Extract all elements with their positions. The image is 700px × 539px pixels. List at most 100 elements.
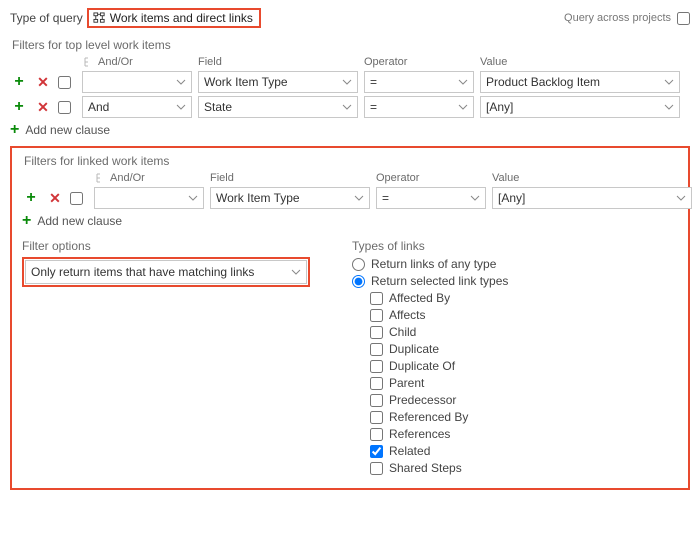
query-across-projects-label: Query across projects xyxy=(564,12,671,24)
link-type-checkbox[interactable] xyxy=(370,394,383,407)
link-type-label: Parent xyxy=(389,376,424,390)
link-type-item[interactable]: Shared Steps xyxy=(370,461,678,475)
add-clause-icon[interactable]: + xyxy=(22,190,40,206)
link-type-checkbox[interactable] xyxy=(370,343,383,356)
query-type-selector[interactable]: Work items and direct links xyxy=(87,8,261,28)
link-type-item[interactable]: Predecessor xyxy=(370,393,678,407)
andor-select[interactable]: And xyxy=(82,96,192,118)
remove-clause-icon[interactable]: ✕ xyxy=(34,74,52,91)
query-type-icon xyxy=(93,12,106,25)
chevron-down-icon xyxy=(470,193,480,203)
link-type-item[interactable]: Affected By xyxy=(370,291,678,305)
query-type-value: Work items and direct links xyxy=(110,11,253,25)
link-type-label: Affected By xyxy=(389,291,450,305)
clause-checkbox[interactable] xyxy=(70,192,83,205)
link-type-checkbox[interactable] xyxy=(370,445,383,458)
value-select[interactable]: [Any] xyxy=(492,187,692,209)
remove-clause-icon[interactable]: ✕ xyxy=(46,190,64,207)
plus-icon: + xyxy=(10,122,19,138)
link-type-item[interactable]: References xyxy=(370,427,678,441)
types-of-links-title: Types of links xyxy=(352,239,678,253)
link-type-label: Duplicate Of xyxy=(389,359,455,373)
chevron-down-icon xyxy=(176,77,186,87)
section-title-top: Filters for top level work items xyxy=(12,38,690,52)
link-type-label: Referenced By xyxy=(389,410,468,424)
link-type-checkbox[interactable] xyxy=(370,428,383,441)
chevron-down-icon xyxy=(354,193,364,203)
clause-checkbox[interactable] xyxy=(58,101,71,114)
clause-row: + ✕ And State = [Any] xyxy=(10,96,690,118)
radio-any-link-type[interactable]: Return links of any type xyxy=(352,257,678,271)
link-type-checkbox[interactable] xyxy=(370,292,383,305)
radio-selected-label: Return selected link types xyxy=(371,274,508,288)
chevron-down-icon xyxy=(458,77,468,87)
header-operator: Operator xyxy=(376,172,486,184)
header-value: Value xyxy=(492,172,692,184)
header-andor: And/Or xyxy=(110,172,145,184)
header-field: Field xyxy=(198,56,358,68)
field-select[interactable]: Work Item Type xyxy=(198,71,358,93)
chevron-down-icon xyxy=(342,77,352,87)
link-type-item[interactable]: Parent xyxy=(370,376,678,390)
link-type-checkbox[interactable] xyxy=(370,326,383,339)
link-type-item[interactable]: Related xyxy=(370,444,678,458)
add-new-clause-button[interactable]: + Add new clause xyxy=(22,213,678,229)
chevron-down-icon xyxy=(458,102,468,112)
link-type-checkbox[interactable] xyxy=(370,309,383,322)
add-clause-icon[interactable]: + xyxy=(10,99,28,115)
group-icon xyxy=(82,56,94,68)
header-andor: And/Or xyxy=(98,56,133,68)
add-new-clause-button[interactable]: + Add new clause xyxy=(10,122,690,138)
clause-row: + ✕ Work Item Type = [Any] xyxy=(22,187,678,209)
radio-selected-link-types[interactable]: Return selected link types xyxy=(352,274,678,288)
add-clause-icon[interactable]: + xyxy=(10,74,28,90)
link-type-label: Shared Steps xyxy=(389,461,462,475)
chevron-down-icon xyxy=(176,102,186,112)
link-type-label: Child xyxy=(389,325,416,339)
chevron-down-icon xyxy=(291,267,301,277)
link-type-label: Duplicate xyxy=(389,342,439,356)
value-select[interactable]: [Any] xyxy=(480,96,680,118)
header-value: Value xyxy=(480,56,680,68)
chevron-down-icon xyxy=(342,102,352,112)
add-new-clause-label: Add new clause xyxy=(25,123,110,137)
filter-options-title: Filter options xyxy=(22,239,322,253)
filter-options-select[interactable]: Only return items that have matching lin… xyxy=(25,260,307,284)
type-of-query-label: Type of query xyxy=(10,11,83,25)
operator-select[interactable]: = xyxy=(364,96,474,118)
field-select[interactable]: State xyxy=(198,96,358,118)
linked-filters-panel: Filters for linked work items And/Or Fie… xyxy=(10,146,690,490)
link-type-item[interactable]: Duplicate Of xyxy=(370,359,678,373)
header-operator: Operator xyxy=(364,56,474,68)
link-type-label: Affects xyxy=(389,308,425,322)
group-icon xyxy=(94,172,106,184)
radio-any-label: Return links of any type xyxy=(371,257,496,271)
field-select[interactable]: Work Item Type xyxy=(210,187,370,209)
header-field: Field xyxy=(210,172,370,184)
andor-select[interactable] xyxy=(94,187,204,209)
link-type-item[interactable]: Affects xyxy=(370,308,678,322)
link-type-item[interactable]: Child xyxy=(370,325,678,339)
link-type-label: References xyxy=(389,427,450,441)
link-type-item[interactable]: Duplicate xyxy=(370,342,678,356)
link-type-item[interactable]: Referenced By xyxy=(370,410,678,424)
plus-icon: + xyxy=(22,213,31,229)
clause-checkbox[interactable] xyxy=(58,76,71,89)
operator-select[interactable]: = xyxy=(376,187,486,209)
andor-select[interactable] xyxy=(82,71,192,93)
value-select[interactable]: Product Backlog Item xyxy=(480,71,680,93)
link-type-checkbox[interactable] xyxy=(370,411,383,424)
link-type-checkbox[interactable] xyxy=(370,462,383,475)
query-across-projects-checkbox[interactable] xyxy=(677,12,690,25)
chevron-down-icon xyxy=(664,77,674,87)
chevron-down-icon xyxy=(676,193,686,203)
chevron-down-icon xyxy=(664,102,674,112)
add-new-clause-label: Add new clause xyxy=(37,214,122,228)
link-type-checkbox[interactable] xyxy=(370,360,383,373)
link-type-label: Predecessor xyxy=(389,393,456,407)
operator-select[interactable]: = xyxy=(364,71,474,93)
chevron-down-icon xyxy=(188,193,198,203)
link-type-checkbox[interactable] xyxy=(370,377,383,390)
remove-clause-icon[interactable]: ✕ xyxy=(34,99,52,116)
clause-row: + ✕ Work Item Type = Product Backlog Ite… xyxy=(10,71,690,93)
